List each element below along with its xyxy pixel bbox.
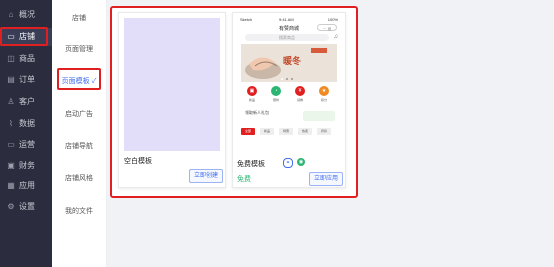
- status-bar: Sketch 9:41 AM 100%: [237, 16, 341, 23]
- nav-item-label: 数据: [19, 119, 35, 128]
- time-text: 9:41 AM: [279, 17, 294, 22]
- wechat-icon[interactable]: ◉: [297, 158, 305, 166]
- nav-item-orders[interactable]: ▤ 订单: [0, 71, 52, 89]
- sub-nav: 店铺 页面管理 页面模板 ✓ 启动广告 店铺导航 店铺风格 我的文件: [52, 0, 107, 267]
- gift-illustration: [303, 111, 335, 121]
- chart-icon: ⌇: [9, 119, 13, 128]
- goods-icon: ◫: [7, 54, 15, 63]
- sub-item-store-style[interactable]: 店铺风格: [52, 173, 106, 183]
- settings-icon: ⚙: [7, 202, 15, 211]
- nav-item-label: 设置: [19, 202, 35, 211]
- sub-highlight-box: [57, 68, 101, 90]
- home-icon: ⌂: [8, 10, 14, 19]
- nav-item-settings[interactable]: ⚙ 设置: [0, 198, 52, 216]
- product-tab: 特惠: [279, 128, 293, 135]
- points-icon: ★: [319, 86, 329, 96]
- sub-item-my-files[interactable]: 我的文件: [52, 206, 106, 216]
- gift-icon: ▣: [247, 86, 257, 96]
- nav-item-label: 运营: [19, 140, 35, 149]
- nav-item-finance[interactable]: ▣ 财务: [0, 157, 52, 175]
- gift-text: 领取新人礼包: [245, 110, 269, 115]
- banner-image: 暖冬: [241, 44, 337, 82]
- search-bar: 搜索商品: [245, 34, 329, 41]
- sub-item-store-nav[interactable]: 店铺导航: [52, 141, 106, 151]
- nav-item-operations[interactable]: ▭ 运营: [0, 136, 52, 154]
- banner-text: 暖冬: [283, 57, 302, 67]
- order-icon: ▤: [7, 75, 15, 84]
- apps-icon: ▦: [7, 181, 15, 190]
- category-limited: ◔ 限时: [271, 86, 281, 102]
- nav-item-data[interactable]: ⌇ 数据: [0, 115, 52, 133]
- apply-now-button[interactable]: 立即应用: [309, 172, 343, 186]
- create-now-button[interactable]: 立即创建: [189, 169, 223, 183]
- product-tabs: 全部 新品 特惠 热卖 折扣: [241, 128, 337, 136]
- nav-item-apps[interactable]: ▦ 应用: [0, 177, 52, 195]
- sub-item-launch-ad[interactable]: 启动广告: [52, 109, 106, 119]
- finance-icon: ▣: [7, 161, 15, 170]
- blank-template-preview: [124, 18, 220, 151]
- template-panel: 空白模板 立即创建 Sketch 9:41 AM 100% 有赞商城 ··· ◎…: [110, 6, 358, 198]
- carrier-text: Sketch: [240, 17, 253, 22]
- free-template-title: 免费模板: [237, 161, 265, 168]
- nav-item-customers[interactable]: ♙ 客户: [0, 93, 52, 111]
- nav-item-label: 概况: [19, 10, 35, 19]
- coupon-icon: ¥: [295, 86, 305, 96]
- customer-icon: ♙: [7, 97, 15, 106]
- free-price: 免费: [237, 176, 251, 183]
- sub-item-store[interactable]: 店铺: [52, 13, 106, 23]
- blank-template-card[interactable]: 空白模板 立即创建: [118, 12, 226, 188]
- product-tab: 新品: [260, 128, 274, 135]
- clock-icon: ◔: [271, 86, 281, 96]
- nav-item-label: 商品: [19, 54, 35, 63]
- product-tab: 折扣: [317, 128, 331, 135]
- nav-item-label: 财务: [19, 161, 35, 170]
- free-template-card[interactable]: Sketch 9:41 AM 100% 有赞商城 ··· ◎ 搜索商品 ♫ 暖冬: [232, 12, 346, 188]
- nav-item-goods[interactable]: ◫ 商品: [0, 50, 52, 68]
- category-icons: ▣ 新品 ◔ 限时 ¥ 领券 ★ 积分: [241, 86, 337, 106]
- sub-item-page-manage[interactable]: 页面管理: [52, 44, 106, 54]
- link-icon[interactable]: ⚭: [283, 158, 293, 168]
- capsule-menu: ··· ◎: [317, 24, 337, 31]
- nav-highlight-box: [0, 27, 48, 46]
- blank-template-title: 空白模板: [124, 158, 152, 165]
- category-points: ★ 积分: [319, 86, 329, 102]
- phone-preview: Sketch 9:41 AM 100% 有赞商城 ··· ◎ 搜索商品 ♫ 暖冬: [237, 16, 341, 152]
- nav-item-overview[interactable]: ⌂ 概况: [0, 6, 52, 24]
- new-user-gift: 领取新人礼包: [245, 110, 337, 124]
- product-tab: 全部: [241, 128, 255, 135]
- category-coupon: ¥ 领券: [295, 86, 305, 102]
- ops-icon: ▭: [7, 140, 15, 149]
- banner-dots: [281, 78, 293, 80]
- nav-item-label: 应用: [19, 181, 35, 190]
- nav-item-label: 客户: [19, 97, 35, 106]
- bell-icon: ♫: [333, 34, 339, 40]
- product-tab: 热卖: [298, 128, 312, 135]
- battery-text: 100%: [327, 17, 338, 22]
- category-new: ▣ 新品: [247, 86, 257, 102]
- nav-item-label: 订单: [19, 75, 35, 84]
